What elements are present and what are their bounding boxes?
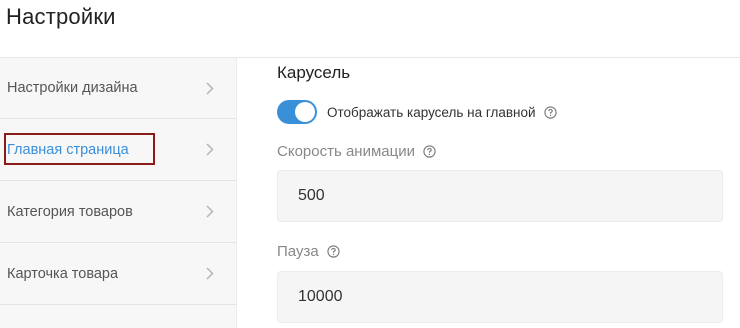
carousel-toggle-label: Отображать карусель на главной <box>327 104 536 120</box>
chevron-right-icon <box>204 143 216 157</box>
sidebar-item-label: Настройки дизайна <box>7 80 138 96</box>
animation-speed-label-text: Скорость анимации <box>277 143 415 160</box>
page-title: Настройки <box>6 4 116 29</box>
carousel-toggle-row: Отображать карусель на главной <box>277 98 557 126</box>
pause-label: Пауза <box>277 243 340 260</box>
sidebar-item-home-page[interactable]: Главная страница <box>0 119 236 181</box>
section-title: Карусель <box>277 63 351 82</box>
pause-input[interactable]: 10000 <box>277 271 723 323</box>
sidebar-item-design-settings[interactable]: Настройки дизайна <box>0 58 236 119</box>
animation-speed-input[interactable]: 500 <box>277 170 723 222</box>
sidebar-item-label: Категория товаров <box>7 203 133 220</box>
help-icon[interactable] <box>543 105 557 119</box>
toggle-knob <box>295 102 315 122</box>
settings-sidebar: Настройки дизайна Главная страница Катег… <box>0 58 237 328</box>
sidebar-item-label: Главная страница <box>7 141 129 158</box>
animation-speed-label: Скорость анимации <box>277 143 436 160</box>
pause-label-text: Пауза <box>277 243 319 260</box>
help-icon[interactable] <box>423 145 436 158</box>
sidebar-item-label: Карточка товара <box>7 265 119 282</box>
carousel-toggle[interactable] <box>277 100 317 124</box>
chevron-right-icon <box>204 267 216 281</box>
chevron-right-icon <box>204 81 216 95</box>
help-icon[interactable] <box>327 245 340 258</box>
sidebar-item-product-card[interactable]: Карточка товара <box>0 243 236 305</box>
sidebar-item-product-category[interactable]: Категория товаров <box>0 181 236 243</box>
chevron-right-icon <box>204 205 216 219</box>
